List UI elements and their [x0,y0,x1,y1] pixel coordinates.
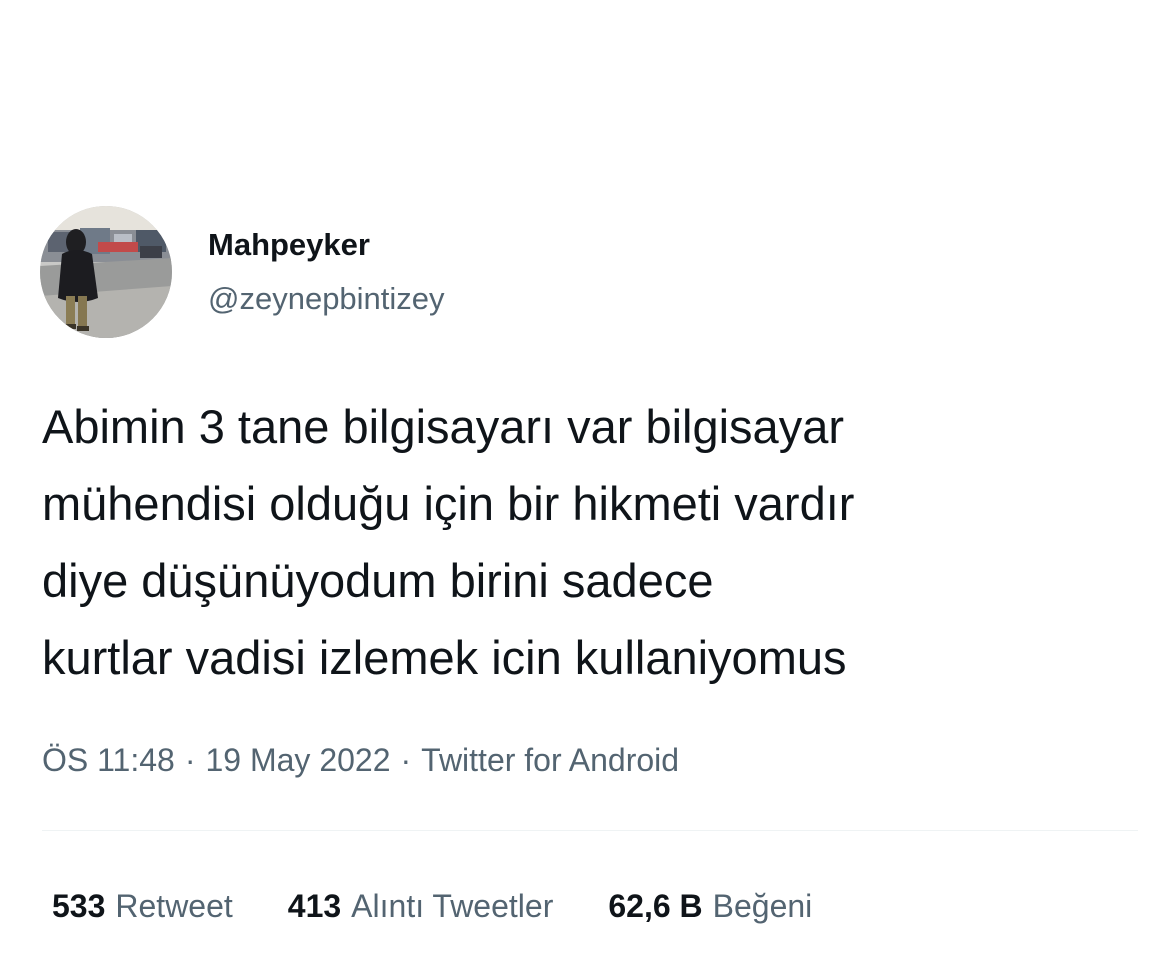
meta-separator: · [184,742,196,778]
retweet-count: 533 [52,888,106,924]
quote-tweet-label: Alıntı Tweetler [351,888,554,924]
tweet-time[interactable]: ÖS 11:48 [42,742,175,778]
avatar-photo [40,206,172,338]
tweet-source[interactable]: Twitter for Android [421,742,679,778]
tweet-meta: ÖS 11:48 · 19 May 2022 · Twitter for Android [42,738,679,782]
quote-tweet-count: 413 [287,888,342,924]
meta-separator: · [400,742,412,778]
author-names: Mahpeyker @zeynepbintizey [208,225,445,319]
tweet-text-line: Abimin 3 tane bilgisayarı var bilgisayar [42,400,844,453]
tweet-text: Abimin 3 tane bilgisayarı var bilgisayar… [42,388,1152,696]
like-count: 62,6 B [608,888,703,924]
divider [42,830,1138,831]
tweet-header: Mahpeyker @zeynepbintizey [40,206,445,338]
avatar[interactable] [40,206,172,338]
tweet-stats: 533 Retweet 413 Alıntı Tweetler 62,6 B Beğe… [52,884,867,928]
author-display-name[interactable]: Mahpeyker [208,225,445,265]
tweet-text-line: diye düşünüyodum birini sadece [42,554,714,607]
author-handle[interactable]: @zeynepbintizey [208,279,445,319]
tweet-card: Mahpeyker @zeynepbintizey Abimin 3 tane … [0,0,1169,976]
tweet-text-line: mühendisi olduğu için bir hikmeti vardır [42,477,855,530]
like-label: Beğeni [712,888,813,924]
quote-tweet-stat[interactable]: 413 Alıntı Tweetler [288,884,554,928]
retweet-stat[interactable]: 533 Retweet [52,884,233,928]
tweet-text-line: kurtlar vadisi izlemek icin kullaniyomus [42,631,847,684]
like-stat[interactable]: 62,6 B Beğeni [608,884,812,928]
tweet-date[interactable]: 19 May 2022 [205,742,390,778]
retweet-label: Retweet [115,888,233,924]
